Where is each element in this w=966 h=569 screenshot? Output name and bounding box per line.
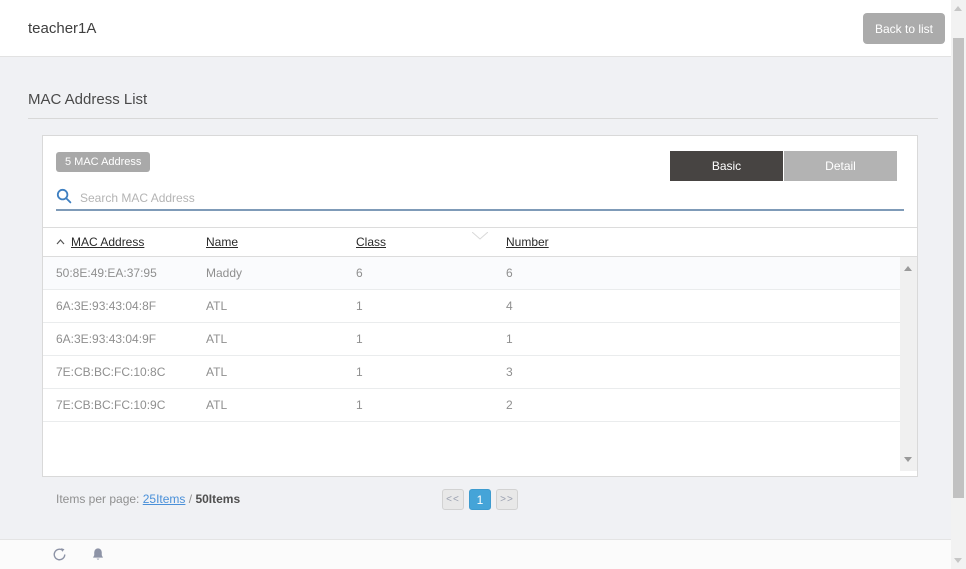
- bell-icon[interactable]: [91, 547, 105, 562]
- cell-class: 1: [356, 398, 506, 412]
- column-header-number[interactable]: Number: [506, 235, 549, 249]
- cell-class: 1: [356, 365, 506, 379]
- cell-number: 6: [506, 266, 917, 280]
- cell-name: ATL: [206, 299, 356, 313]
- app-header: teacher1A Back to list: [0, 0, 951, 57]
- cell-name: Maddy: [206, 266, 356, 280]
- cell-number: 2: [506, 398, 917, 412]
- table-row[interactable]: 6A:3E:93:43:04:8F ATL 1 4: [43, 290, 917, 323]
- table-row[interactable]: 50:8E:49:EA:37:95 Maddy 6 6: [43, 257, 917, 290]
- search-icon: [56, 188, 72, 209]
- pagination-next-button[interactable]: >>: [496, 489, 518, 510]
- tab-basic[interactable]: Basic: [670, 151, 783, 181]
- pagination-prev-button[interactable]: <<: [442, 489, 464, 510]
- cell-number: 1: [506, 332, 917, 346]
- back-to-list-button[interactable]: Back to list: [863, 13, 945, 44]
- mac-count-badge: 5 MAC Address: [56, 152, 150, 172]
- cell-class: 6: [356, 266, 506, 280]
- page-scrollbar-thumb[interactable]: [953, 38, 964, 498]
- items-per-page-separator: /: [189, 492, 192, 506]
- cell-number: 3: [506, 365, 917, 379]
- table-row[interactable]: 7E:CB:BC:FC:10:9C ATL 1 2: [43, 389, 917, 422]
- table-header-row: MAC Address Name Class Number: [43, 227, 917, 257]
- panel-toolbar: 5 MAC Address Basic Detail: [43, 136, 917, 187]
- pagination-page-1-button[interactable]: 1: [469, 489, 491, 510]
- user-title: teacher1A: [28, 20, 96, 37]
- mac-address-panel: 5 MAC Address Basic Detail: [42, 135, 918, 477]
- search-bar: [56, 187, 904, 211]
- collapse-notch-icon: [472, 227, 488, 245]
- items-per-page-label: Items per page:: [56, 492, 139, 506]
- cell-mac: 6A:3E:93:43:04:9F: [56, 332, 206, 346]
- sort-asc-icon: [56, 239, 65, 245]
- search-input[interactable]: [80, 191, 904, 205]
- items-per-page-50-current: 50Items: [195, 492, 240, 506]
- page-scroll-up-icon[interactable]: [954, 6, 962, 11]
- cell-mac: 7E:CB:BC:FC:10:8C: [56, 365, 206, 379]
- view-mode-tabs: Basic Detail: [670, 151, 897, 181]
- items-per-page-25-link[interactable]: 25Items: [143, 492, 186, 506]
- column-header-name[interactable]: Name: [206, 235, 238, 249]
- page-title: MAC Address List: [28, 91, 147, 108]
- cell-name: ATL: [206, 332, 356, 346]
- items-per-page: Items per page: 25Items / 50Items: [56, 492, 240, 506]
- column-header-class[interactable]: Class: [356, 235, 386, 249]
- page-scroll-down-icon[interactable]: [954, 558, 962, 563]
- pagination: << 1 >>: [442, 489, 518, 510]
- cell-number: 4: [506, 299, 917, 313]
- list-footer: Items per page: 25Items / 50Items << 1 >…: [42, 487, 918, 513]
- scroll-down-icon[interactable]: [904, 457, 912, 462]
- cell-name: ATL: [206, 398, 356, 412]
- cell-mac: 6A:3E:93:43:04:8F: [56, 299, 206, 313]
- scroll-up-icon[interactable]: [904, 266, 912, 271]
- refresh-icon[interactable]: [52, 547, 67, 562]
- bottom-toolbar: [0, 539, 951, 569]
- section-divider: [28, 118, 938, 119]
- column-header-mac-address[interactable]: MAC Address: [56, 235, 144, 249]
- page-body: MAC Address List 5 MAC Address Basic Det…: [0, 57, 951, 539]
- cell-name: ATL: [206, 365, 356, 379]
- table-row[interactable]: 6A:3E:93:43:04:9F ATL 1 1: [43, 323, 917, 356]
- cell-class: 1: [356, 332, 506, 346]
- cell-mac: 7E:CB:BC:FC:10:9C: [56, 398, 206, 412]
- table-scrollbar[interactable]: [900, 257, 917, 471]
- cell-mac: 50:8E:49:EA:37:95: [56, 266, 206, 280]
- tab-detail[interactable]: Detail: [784, 151, 897, 181]
- cell-class: 1: [356, 299, 506, 313]
- table-row[interactable]: 7E:CB:BC:FC:10:8C ATL 1 3: [43, 356, 917, 389]
- page-scrollbar[interactable]: [951, 0, 966, 569]
- table-body: 50:8E:49:EA:37:95 Maddy 6 6 6A:3E:93:43:…: [43, 257, 917, 474]
